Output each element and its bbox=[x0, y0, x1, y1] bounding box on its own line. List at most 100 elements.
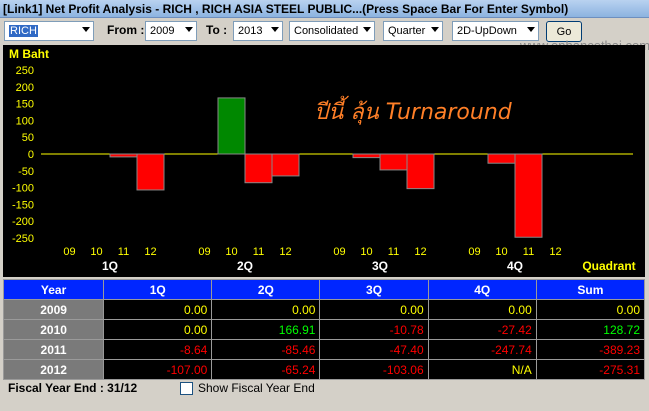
value-cell: 0.00 bbox=[103, 319, 213, 340]
window-title: [Link1] Net Profit Analysis - RICH , RIC… bbox=[3, 2, 569, 16]
group-label: 4Q bbox=[507, 259, 523, 273]
column-header: 3Q bbox=[319, 279, 429, 300]
group-label: 3Q bbox=[372, 259, 388, 273]
value-cell: -103.06 bbox=[319, 359, 429, 380]
chevron-down-icon[interactable] bbox=[271, 27, 279, 32]
x-tick-label: 12 bbox=[279, 246, 291, 258]
bar bbox=[352, 153, 381, 159]
y-axis-label: M Baht bbox=[9, 47, 49, 61]
chevron-down-icon[interactable] bbox=[185, 27, 193, 32]
value-cell: -275.31 bbox=[535, 359, 646, 380]
net-profit-chart: M Baht 250 200 150 100 50 0 -50 -100 -150 -200 -250… bbox=[9, 47, 636, 273]
x-tick-label: 11 bbox=[118, 246, 129, 258]
y-tick-label: -200 bbox=[12, 216, 34, 228]
value-cell: -47.40 bbox=[319, 339, 429, 360]
value-cell: -247.74 bbox=[427, 339, 537, 360]
y-tick-label: 250 bbox=[16, 65, 34, 77]
x-axis-label: Quadrant bbox=[582, 259, 635, 273]
y-tick-label: 200 bbox=[16, 82, 34, 94]
table-row: 2009 0.00 0.00 0.00 0.00 0.00 bbox=[2, 299, 646, 320]
x-tick-label: 09 bbox=[333, 246, 345, 258]
symbol-value: RICH bbox=[9, 25, 38, 37]
statement-combo[interactable]: Consolidated bbox=[289, 21, 375, 41]
value-cell: -65.24 bbox=[211, 359, 321, 380]
y-tick-label: 50 bbox=[22, 132, 34, 144]
bar bbox=[406, 153, 435, 190]
chevron-down-icon[interactable] bbox=[431, 27, 439, 32]
year-cell: 2011 bbox=[2, 339, 105, 360]
bar bbox=[271, 153, 300, 177]
view-combo[interactable]: 2D-UpDown bbox=[452, 21, 539, 41]
year-cell: 2010 bbox=[2, 319, 105, 340]
x-tick-label: 09 bbox=[468, 246, 480, 258]
period-combo[interactable]: Quarter bbox=[383, 21, 443, 41]
x-tick-label: 10 bbox=[225, 246, 237, 258]
year-cell: 2012 bbox=[2, 359, 105, 380]
x-tick-label: 12 bbox=[414, 246, 426, 258]
bar bbox=[514, 153, 543, 238]
value-cell: 0.00 bbox=[427, 299, 537, 320]
bar bbox=[487, 153, 516, 164]
bar bbox=[217, 97, 246, 155]
column-header: Year bbox=[2, 279, 105, 300]
x-tick-label: 12 bbox=[549, 246, 561, 258]
data-table: Year 1Q 2Q 3Q 4Q Sum 2009 0.00 0.00 0.00 0.00 0.00… bbox=[2, 279, 646, 380]
fiscal-year-end-label: Fiscal Year End : 31/12 bbox=[8, 381, 138, 395]
y-tick-label: 0 bbox=[28, 149, 34, 161]
from-year-combo[interactable]: 2009 bbox=[145, 21, 197, 41]
y-tick-label: 150 bbox=[16, 99, 34, 111]
table-row: 2011 -8.64 -85.46 -47.40 -247.74 -389.23 bbox=[2, 339, 646, 360]
group-label: 2Q bbox=[237, 259, 253, 273]
from-label: From : bbox=[107, 23, 145, 37]
column-header: 4Q bbox=[427, 279, 537, 300]
chevron-down-icon[interactable] bbox=[82, 27, 90, 32]
bar bbox=[109, 153, 138, 158]
symbol-combo[interactable]: RICH bbox=[4, 21, 94, 41]
value-cell: 0.00 bbox=[211, 299, 321, 320]
x-tick-label: 10 bbox=[90, 246, 102, 258]
value-cell: 128.72 bbox=[535, 319, 646, 340]
show-fiscal-year-label[interactable]: Show Fiscal Year End bbox=[198, 381, 315, 395]
group-label: 1Q bbox=[102, 259, 118, 273]
value-cell: 0.00 bbox=[319, 299, 429, 320]
table-header-row: Year 1Q 2Q 3Q 4Q Sum bbox=[2, 279, 646, 300]
value-cell: -27.42 bbox=[427, 319, 537, 340]
value-cell: -8.64 bbox=[103, 339, 213, 360]
value-cell: N/A bbox=[427, 359, 537, 380]
show-fiscal-year-checkbox[interactable] bbox=[180, 382, 193, 395]
chart-area: M Baht 250 200 150 100 50 0 -50 -100 -150 -200 -250… bbox=[3, 45, 645, 277]
value-cell: 0.00 bbox=[535, 299, 646, 320]
value-cell: 0.00 bbox=[103, 299, 213, 320]
value-cell: -107.00 bbox=[103, 359, 213, 380]
y-tick-label: -250 bbox=[12, 233, 34, 245]
to-year-combo[interactable]: 2013 bbox=[233, 21, 283, 41]
toolbar: RICH From : 2009 To : 2013 Consolidated … bbox=[0, 18, 649, 53]
y-tick-label: -50 bbox=[18, 166, 34, 178]
x-tick-label: 11 bbox=[388, 246, 399, 258]
view-value: 2D-UpDown bbox=[457, 25, 517, 37]
annotation-text: ปีนี้ ลุ้น Turnaround bbox=[314, 95, 513, 125]
chevron-down-icon[interactable] bbox=[363, 27, 371, 32]
statement-value: Consolidated bbox=[294, 25, 359, 37]
value-cell: -10.78 bbox=[319, 319, 429, 340]
from-year-value: 2009 bbox=[150, 25, 175, 37]
x-tick-label: 10 bbox=[495, 246, 507, 258]
value-cell: -389.23 bbox=[535, 339, 646, 360]
bar bbox=[136, 153, 165, 191]
value-cell: -85.46 bbox=[211, 339, 321, 360]
year-cell: 2009 bbox=[2, 299, 105, 320]
value-cell: 166.91 bbox=[211, 319, 321, 340]
x-tick-label: 12 bbox=[144, 246, 156, 258]
go-button[interactable]: Go bbox=[546, 21, 582, 42]
table-body: 2009 0.00 0.00 0.00 0.00 0.00 2010 0.00 166.91 -1… bbox=[2, 299, 646, 380]
table-row: 2012 -107.00 -65.24 -103.06 N/A -275.31 bbox=[2, 359, 646, 380]
table-row: 2010 0.00 166.91 -10.78 -27.42 128.72 bbox=[2, 319, 646, 340]
column-header: Sum bbox=[535, 279, 646, 300]
x-tick-label: 09 bbox=[63, 246, 75, 258]
column-header: 1Q bbox=[103, 279, 213, 300]
y-tick-label: 100 bbox=[16, 115, 34, 127]
bar bbox=[379, 153, 408, 171]
chevron-down-icon[interactable] bbox=[527, 27, 535, 32]
x-tick-label: 11 bbox=[523, 246, 534, 258]
to-label: To : bbox=[206, 23, 228, 37]
